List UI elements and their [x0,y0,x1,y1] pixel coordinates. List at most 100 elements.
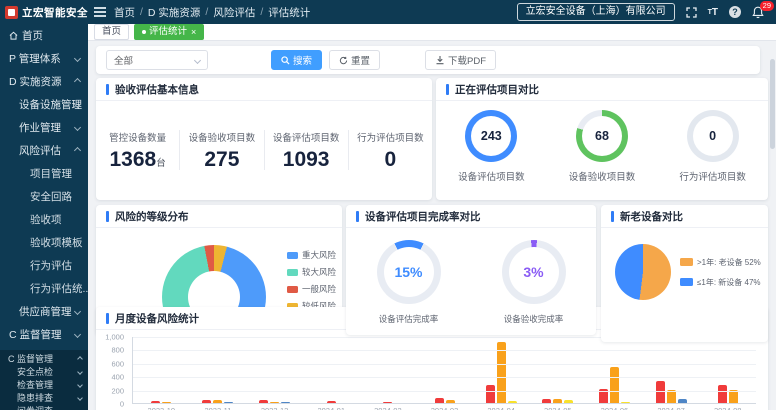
sidebar-item[interactable]: 作业管理 [0,116,88,139]
legend-item[interactable]: 一般风险 [287,283,336,295]
sidebar-item[interactable]: 验收项模板 [0,231,88,254]
sidebar-item[interactable]: 风险评估 [0,139,88,162]
x-axis-label: 2023-10 [133,406,190,410]
panel-basic-info-title: 验收评估基本信息 [115,82,199,97]
legend-item[interactable]: 较大风险 [287,266,336,278]
sidebar-item-label: 问卷调查 [17,404,53,410]
panel-monthly-risk-title: 月度设备风险统计 [115,311,199,326]
download-pdf-button[interactable]: 下载PDF [425,50,496,70]
sidebar-item[interactable]: 安全回路 [0,185,88,208]
sidebar-item[interactable]: 首页 [0,24,88,47]
y-tick-label: 0 [120,400,124,409]
sidebar-menu: 首页 P 管理体系D 实施资源设备设施管理作业管理风险评估项目管理安全回路验收项验… [0,24,88,346]
sidebar-item-label: 隐患排查 [17,391,53,404]
filter-select-value: 全部 [114,53,133,67]
sidebar-item-label: 首页 [22,28,43,43]
sidebar-submenu-item[interactable]: 隐患排查 [0,391,88,404]
scrollbar-thumb[interactable] [770,59,775,149]
device-age-pie-chart [615,244,671,300]
gauge-chart: 15% [377,240,441,304]
sidebar-item[interactable]: 设备设施管理 [0,93,88,116]
bar-group: 2024-04 [473,337,530,403]
legend-label: 重大风险 [302,249,336,261]
legend-swatch [287,269,298,276]
y-tick-label: 800 [111,346,124,355]
filter-select[interactable]: 全部 [106,50,208,70]
tab-item[interactable]: 首页 [94,24,129,40]
bar-group: 2024-06 [586,337,643,403]
stat-value: 1093 [265,149,348,170]
search-button[interactable]: 搜索 [271,50,322,70]
filter-bar: 全部 搜索 重置 下载PDF [96,46,760,74]
stat-label: 设备评估项目数 [265,130,348,144]
sidebar-submenu-item[interactable]: C 监督管理 [0,352,88,365]
chevron-up-icon [74,78,81,85]
bar-chart: 1,0008006004002000 2023-102023-112023-12… [96,330,768,410]
legend-item[interactable]: >1年: 老设备 52% [680,257,761,268]
bar-orange [446,400,455,403]
company-button[interactable]: 立宏安全设备（上海）有限公司 [517,3,675,21]
bar-yellow [564,400,573,403]
y-tick-label: 600 [111,359,124,368]
tab-close-icon[interactable]: × [191,28,196,37]
ring-value: 0 [693,116,733,156]
reset-button[interactable]: 重置 [329,50,380,70]
main-area: 首页评估统计× 全部 搜索 重置 下载PDF [88,24,776,410]
scrollbar[interactable] [770,45,775,406]
brand: 立宏智能安全 [0,5,88,20]
bar-yellow [508,401,517,403]
breadcrumb-separator: / [140,6,143,18]
stat-item: 设备验收项目数275 [180,130,264,170]
legend-label: >1年: 老设备 52% [697,257,761,268]
legend-item[interactable]: ≤1年: 新设备 47% [680,277,761,288]
sidebar-submenu-item[interactable]: 安全点检 [0,365,88,378]
device-age-legend: >1年: 老设备 52% ≤1年: 新设备 47% [680,257,761,288]
topbar: 立宏智能安全 首页/D 实施资源/风险评估/评估统计 立宏安全设备（上海）有限公… [0,0,776,24]
panel-risk-levels-header: 风险的等级分布 [96,205,342,228]
gauges-row: 15%设备评估完成率3%设备验收完成率 [346,228,596,325]
brand-title: 立宏智能安全 [22,5,88,20]
legend-item[interactable]: 重大风险 [287,249,336,261]
sidebar-submenu-item[interactable]: 问卷调查 [0,404,88,410]
panel-completion-title: 设备评估项目完成率对比 [365,209,481,224]
panel-device-age: 新老设备对比 >1年: 老设备 52%≤1年: 新设备 47% [601,205,768,342]
bar-red [435,398,444,403]
breadcrumb-item[interactable]: D 实施资源 [148,5,201,20]
sidebar-item[interactable]: 项目管理 [0,162,88,185]
sidebar-item[interactable]: P 管理体系 [0,47,88,70]
sidebar-item[interactable]: 行为评估 [0,254,88,277]
sidebar-item[interactable]: D 实施资源 [0,70,88,93]
stats-row: 管控设备数量1368台设备验收项目数275设备评估项目数1093行为评估项目数0 [96,101,432,199]
sidebar-item[interactable]: 行为评估统... [0,277,88,300]
sidebar-item-label: 行为评估统... [30,281,88,296]
tab-active[interactable]: 评估统计× [134,24,204,40]
sidebar-item[interactable]: 验收项 [0,208,88,231]
breadcrumb-item[interactable]: 风险评估 [213,5,255,20]
title-accent-bar [106,211,109,222]
bar-group: 2024-03 [416,337,473,403]
bar-orange [553,399,562,403]
fullscreen-icon[interactable] [686,7,697,18]
stat-item: 行为评估项目数0 [349,130,432,170]
bar-group: 2024-02 [360,337,417,403]
x-axis-label: 2024-03 [416,406,473,410]
sidebar-item-label: C 监督管理 [8,352,53,365]
breadcrumb-item[interactable]: 评估统计 [268,5,310,20]
bar-orange [610,367,619,404]
sidebar-submenu-item[interactable]: 检查管理 [0,378,88,391]
bar-orange [270,402,279,403]
notification-bell-icon[interactable]: 29 [752,6,764,19]
help-icon[interactable]: ? [729,6,741,18]
bar-red [202,400,211,403]
menu-toggle-icon[interactable] [94,7,106,17]
legend-label: 较大风险 [302,266,336,278]
chevron-down-icon [77,382,83,388]
sidebar-item[interactable]: 供应商管理 [0,300,88,323]
font-size-icon[interactable]: TT [708,7,718,18]
sidebar-item[interactable]: C 监督管理 [0,323,88,346]
sidebar-item-label: 安全回路 [30,189,72,204]
breadcrumb-item[interactable]: 首页 [114,5,135,20]
sidebar: 首页 P 管理体系D 实施资源设备设施管理作业管理风险评估项目管理安全回路验收项验… [0,24,88,410]
bar-red [542,399,551,403]
gauge-label: 设备验收完成率 [502,313,566,325]
